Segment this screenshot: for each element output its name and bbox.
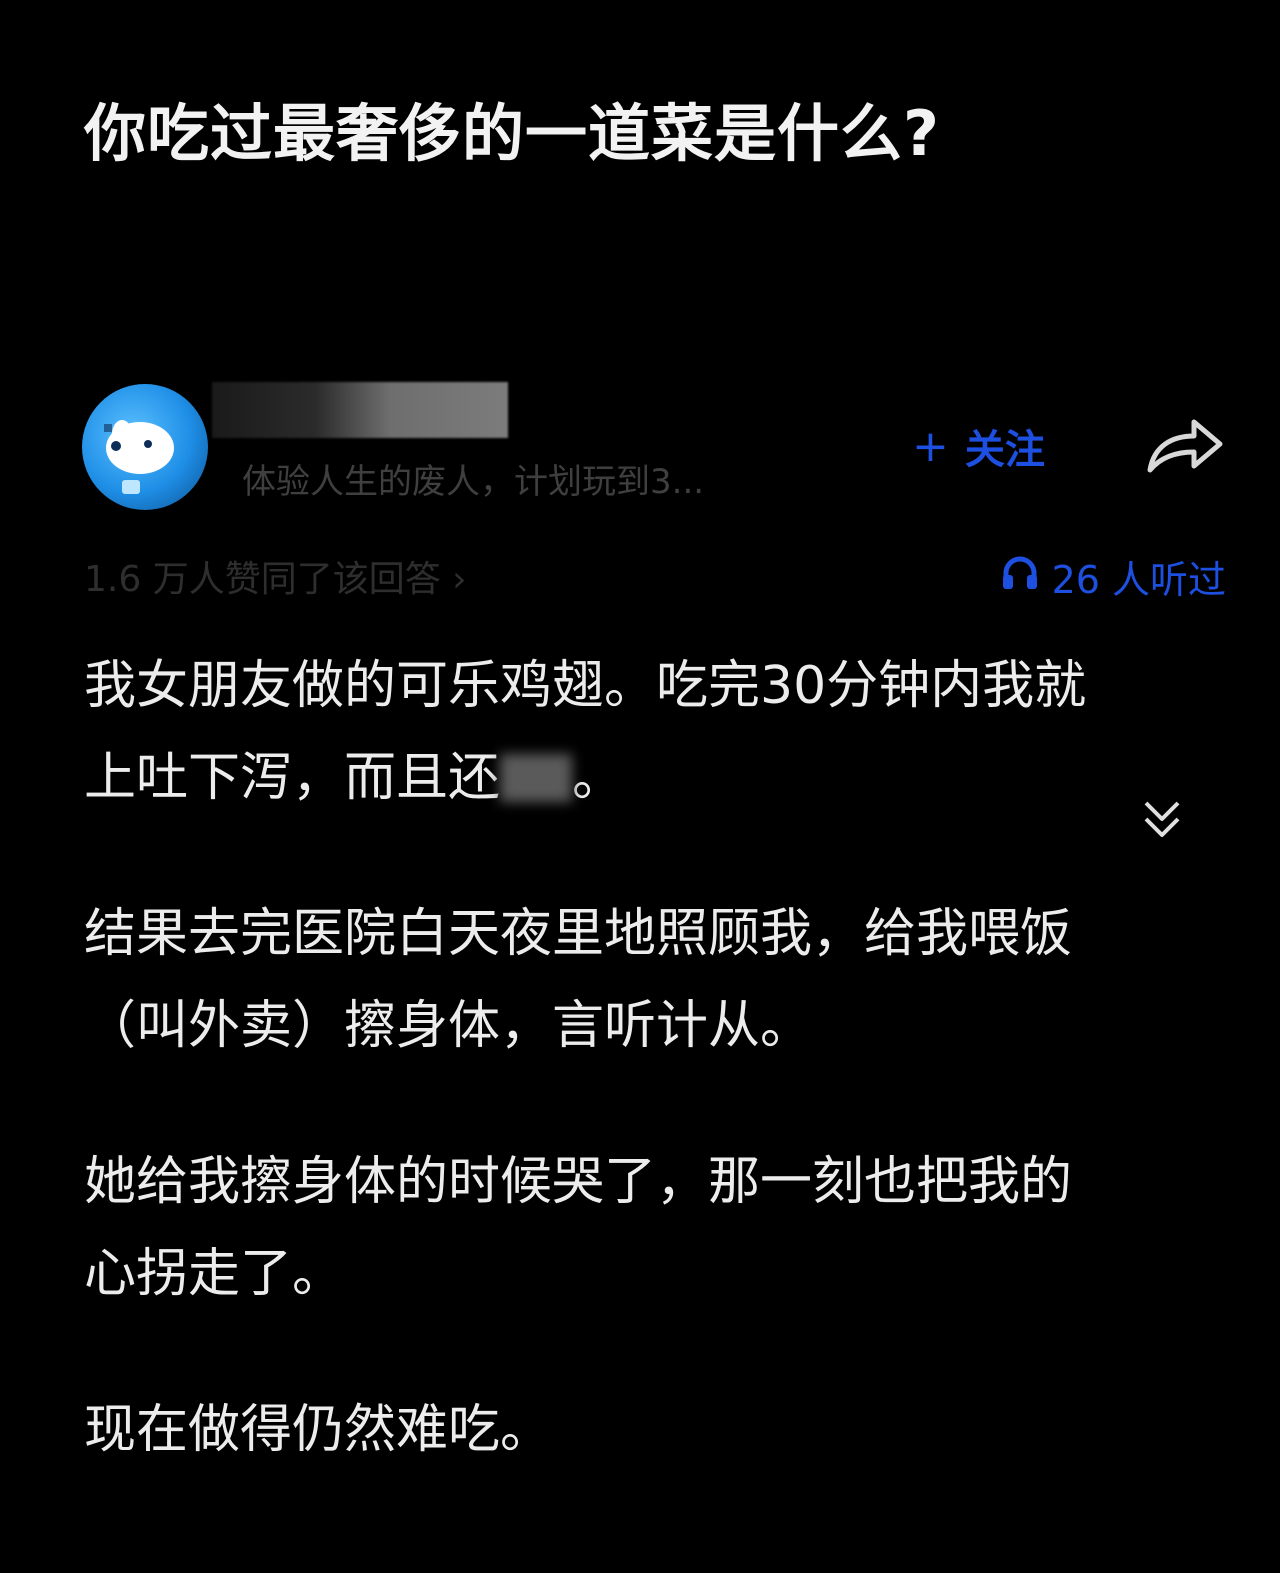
follow-button[interactable]: + 关注 — [912, 416, 1045, 476]
answer-body: 我女朋友做的可乐鸡翅。吃完30分钟内我就 上吐下泻，而且还 。 结果去完医院白天夜… — [84, 640, 1219, 1476]
answer-text: 。 — [572, 748, 625, 808]
answer-line: 现在做得仍然难吃。 — [84, 1400, 553, 1460]
upvote-count-link[interactable]: 1.6 万人赞同了该回答 › — [84, 552, 467, 608]
stats-row: 1.6 万人赞同了该回答 › 26 人听过 — [84, 552, 1226, 608]
listen-count-text: 26 人听过 — [1051, 558, 1226, 602]
listen-count[interactable]: 26 人听过 — [1000, 552, 1226, 608]
headphones-icon — [1000, 552, 1040, 608]
answer-line: 结果去完医院白天夜里地照顾我，给我喂饭 — [84, 904, 1073, 964]
question-title: 你吃过最奢侈的一道菜是什么? — [84, 97, 940, 170]
answer-line: 心拐走了。 — [84, 1244, 345, 1304]
answer-line: 上吐下泻，而且还 。 — [84, 732, 1219, 824]
expand-chevron-icon[interactable] — [1140, 795, 1184, 841]
share-arrow-icon[interactable] — [1144, 410, 1226, 480]
plus-icon: + — [912, 420, 949, 472]
answer-line: 我女朋友做的可乐鸡翅。吃完30分钟内我就 — [84, 656, 1087, 716]
chevron-right-icon: › — [452, 559, 467, 600]
upvote-count-text: 1.6 万人赞同了该回答 — [84, 559, 441, 600]
answer-text: 上吐下泻，而且还 — [84, 748, 501, 808]
dog-avatar-icon[interactable] — [82, 384, 208, 510]
answer-line: 她给我擦身体的时候哭了，那一刻也把我的 — [84, 1152, 1073, 1212]
author-bio: 体验人生的废人，计划玩到3... — [242, 462, 705, 502]
author-row: 体验人生的废人，计划玩到3... + 关注 — [82, 380, 1232, 516]
follow-label: 关注 — [964, 427, 1045, 473]
author-name-redacted — [212, 382, 508, 438]
blurred-word — [500, 754, 573, 802]
answer-line: （叫外卖）擦身体，言听计从。 — [84, 996, 813, 1056]
